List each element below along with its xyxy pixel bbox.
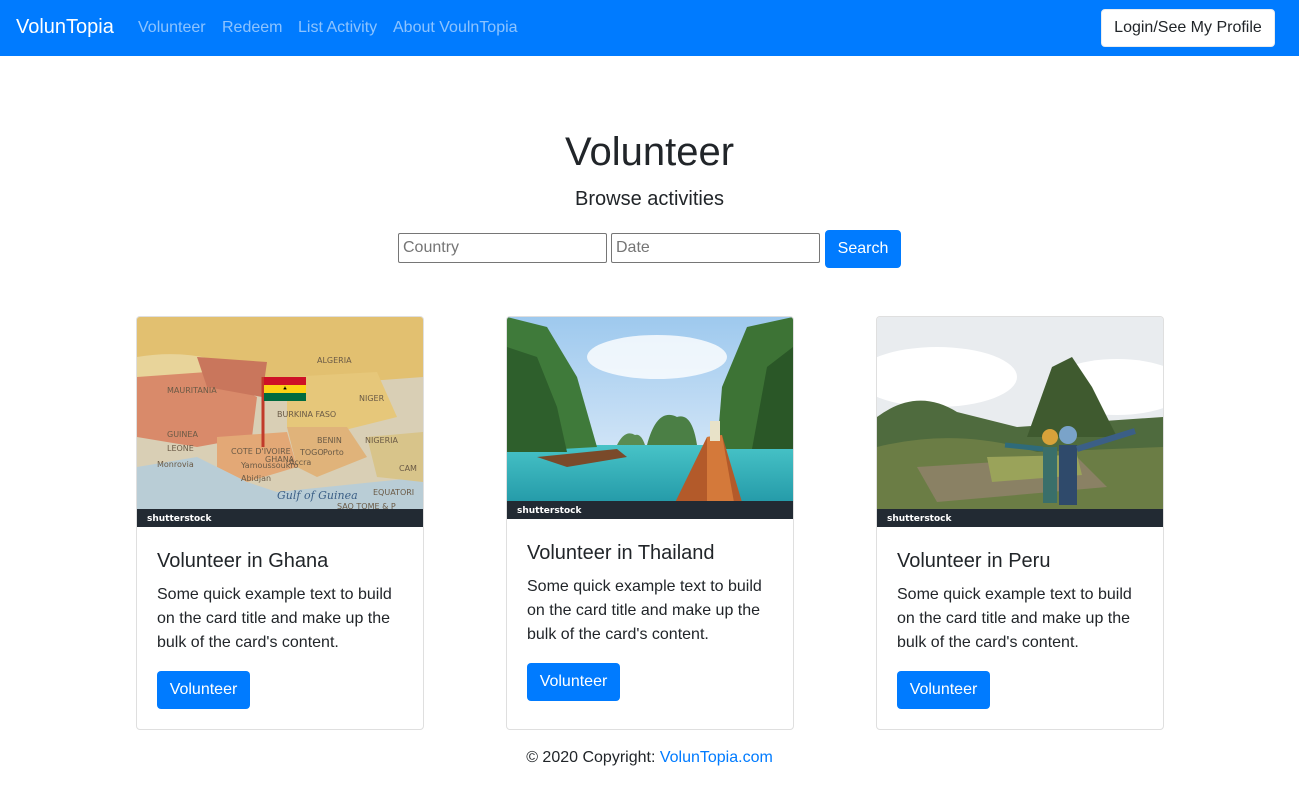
card-image-ghana-map: ALGERIA MAURITANIA NIGER BURKINA FASO NI…: [137, 317, 423, 527]
card-text: Some quick example text to build on the …: [897, 586, 1132, 651]
shutterstock-watermark: shutterstock: [517, 506, 582, 516]
activity-card-ghana: ALGERIA MAURITANIA NIGER BURKINA FASO NI…: [136, 316, 424, 730]
map-label-cam: CAM: [399, 464, 417, 473]
map-label-monrovia: Monrovia: [157, 460, 194, 469]
page-subtitle: Browse activities: [575, 188, 724, 210]
map-label-leone: LEONE: [167, 444, 194, 453]
nav-link-volunteer[interactable]: Volunteer: [138, 18, 206, 38]
login-profile-button[interactable]: Login/See My Profile: [1101, 9, 1275, 47]
map-label-benin: BENIN: [317, 436, 342, 445]
map-label-accra: Accra: [289, 458, 311, 467]
nav-link-redeem[interactable]: Redeem: [222, 18, 282, 38]
map-label-niger: NIGER: [359, 394, 385, 403]
card-text: Some quick example text to build on the …: [527, 578, 762, 643]
activity-card-peru: shutterstock Volunteer in Peru Some quic…: [876, 316, 1164, 730]
search-button[interactable]: Search: [825, 230, 901, 268]
footer-link[interactable]: VolunTopia.com: [660, 749, 773, 766]
volunteer-button-thailand[interactable]: Volunteer: [527, 663, 620, 701]
nav-link-about[interactable]: About VoulnTopia: [393, 18, 518, 38]
map-label-abidjan: Abidjan: [241, 474, 271, 483]
map-label-guinea: GUINEA: [167, 430, 198, 439]
card-text: Some quick example text to build on the …: [157, 586, 392, 651]
nav-link-list-activity[interactable]: List Activity: [298, 18, 377, 38]
map-label-algeria: ALGERIA: [317, 356, 352, 365]
country-input[interactable]: [398, 233, 607, 263]
map-label-mauritania: MAURITANIA: [167, 386, 217, 395]
map-label-nigeria: NIGERIA: [365, 436, 399, 445]
map-label-porto: Porto: [323, 448, 344, 457]
footer-copyright: © 2020 Copyright:: [526, 749, 660, 766]
map-label-burkina: BURKINA FASO: [277, 410, 336, 419]
activity-card-thailand: shutterstock Volunteer in Thailand Some …: [506, 316, 794, 730]
shutterstock-watermark: shutterstock: [887, 514, 952, 524]
volunteer-button-ghana[interactable]: Volunteer: [157, 671, 250, 709]
map-label-cote-divoire: COTE D'IVOIRE: [231, 447, 291, 456]
map-label-gulf: Gulf of Guinea: [277, 489, 358, 502]
card-image-peru-machu-picchu: shutterstock: [877, 317, 1163, 527]
page-title: Volunteer: [564, 130, 735, 174]
volunteer-button-peru[interactable]: Volunteer: [897, 671, 990, 709]
brand-logo[interactable]: VolunTopia: [16, 15, 114, 39]
navbar: VolunTopia Volunteer Redeem List Activit…: [0, 0, 1299, 56]
card-title: Volunteer in Peru: [897, 550, 1051, 572]
card-title: Volunteer in Thailand: [527, 542, 715, 564]
footer: © 2020 Copyright: VolunTopia.com: [0, 748, 1299, 768]
shutterstock-watermark: shutterstock: [147, 514, 212, 524]
date-input[interactable]: [611, 233, 820, 263]
map-label-togo: TOGO: [299, 448, 324, 457]
card-title: Volunteer in Ghana: [157, 550, 329, 572]
map-label-equatori: EQUATORI: [373, 488, 414, 497]
card-image-thailand-boat: shutterstock: [507, 317, 793, 519]
